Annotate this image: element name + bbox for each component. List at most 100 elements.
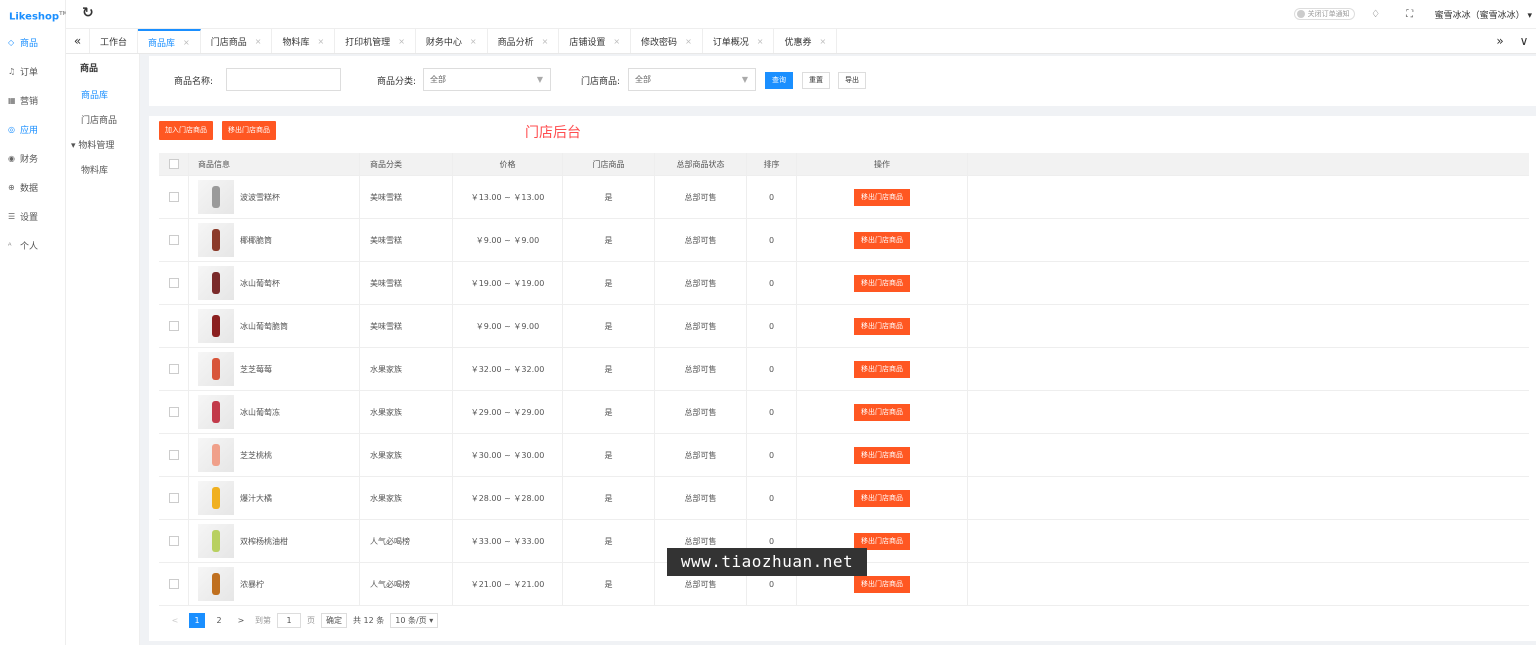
prev-page-icon[interactable]: < — [167, 613, 183, 628]
tab-8[interactable]: 订单概况 × — [703, 29, 775, 53]
close-icon[interactable]: × — [757, 37, 764, 46]
product-name: 冰山葡萄杯 — [240, 278, 280, 288]
product-image — [212, 186, 220, 208]
remove-store-product-button[interactable]: 移出门店商品 — [854, 188, 910, 206]
nav-item-2[interactable]: ▦ 营销 — [0, 86, 65, 115]
reset-button[interactable]: 重置 — [802, 72, 830, 89]
table-row: 冰山葡萄脆筒 美味雪糕 ￥9.00 ~ ￥9.00 是总部可售 0 移出门店商品 — [159, 305, 1529, 348]
nav-item-5[interactable]: ⊕ 数据 — [0, 173, 65, 202]
subnav-item-store-products[interactable]: 门店商品 — [66, 109, 139, 134]
product-image — [212, 315, 220, 337]
product-name: 爆汁大橘 — [240, 493, 272, 503]
nav-item-0[interactable]: ◇ 商品 — [0, 28, 65, 57]
query-button[interactable]: 查询 — [765, 72, 793, 89]
remove-store-product-button[interactable]: 移出门店商品 — [854, 446, 910, 464]
row-checkbox[interactable] — [168, 579, 179, 589]
tab-4[interactable]: 财务中心 × — [416, 29, 488, 53]
page-1[interactable]: 1 — [189, 613, 205, 628]
row-checkbox[interactable] — [168, 192, 179, 202]
close-icon[interactable]: × — [255, 37, 262, 46]
export-button[interactable]: 导出 — [838, 72, 866, 89]
close-icon[interactable]: × — [470, 37, 477, 46]
fullscreen-icon[interactable]: ⛶ — [1397, 9, 1423, 20]
bell-icon[interactable]: ♢ — [1363, 9, 1389, 20]
remove-store-product-button[interactable]: 移出门店商品 — [222, 121, 276, 140]
row-checkbox[interactable] — [168, 407, 179, 417]
hq-status-cell: 总部可售 — [655, 434, 747, 476]
actions-cell: 移出门店商品 — [797, 391, 968, 433]
store-backend-label: 门店后台 — [525, 125, 581, 141]
store-select[interactable]: 全部 ▼ — [628, 68, 756, 91]
remove-store-product-button[interactable]: 移出门店商品 — [854, 403, 910, 421]
remove-store-product-button[interactable]: 移出门店商品 — [854, 489, 910, 507]
refresh-icon[interactable]: ↻ — [82, 5, 94, 21]
remove-store-product-button[interactable]: 移出门店商品 — [854, 274, 910, 292]
tab-1[interactable]: 门店商品 × — [201, 29, 273, 53]
tabs-more-icon[interactable]: ∨ — [1514, 34, 1534, 48]
tab-2[interactable]: 物料库 × — [272, 29, 336, 53]
hq-status-cell: 总部可售 — [655, 305, 747, 347]
close-icon[interactable]: × — [317, 37, 324, 46]
close-icon[interactable]: × — [685, 37, 692, 46]
tab-3[interactable]: 打印机管理 × — [335, 29, 416, 53]
subnav-group-materials[interactable]: ▾ 物料管理 — [66, 134, 139, 159]
tab-5[interactable]: 商品分析 × — [488, 29, 560, 53]
tab-6[interactable]: 店铺设置 × — [559, 29, 632, 53]
close-icon[interactable]: × — [542, 37, 549, 46]
subnav-item-material-library[interactable]: 物料库 — [66, 159, 139, 184]
tab-9[interactable]: 优惠券 × — [774, 29, 838, 53]
category-select[interactable]: 全部 ▼ — [423, 68, 551, 91]
header-store-product: 门店商品 — [563, 153, 655, 175]
nav-item-6[interactable]: ☰ 设置 — [0, 202, 65, 231]
tab-home[interactable]: 工作台 — [90, 29, 139, 53]
sort-cell: 0 — [747, 176, 797, 218]
page-size-select[interactable]: 10 条/页 ▾ — [390, 613, 439, 628]
product-image — [212, 573, 220, 595]
product-thumbnail — [198, 309, 234, 343]
remove-store-product-button[interactable]: 移出门店商品 — [854, 317, 910, 335]
actions-cell: 移出门店商品 — [797, 477, 968, 519]
actions-cell: 移出门店商品 — [797, 262, 968, 304]
toggle-knob — [1296, 10, 1305, 18]
close-icon[interactable]: × — [613, 37, 620, 46]
row-checkbox[interactable] — [168, 536, 179, 546]
name-input[interactable] — [226, 68, 341, 91]
row-checkbox[interactable] — [168, 235, 179, 245]
row-checkbox[interactable] — [168, 364, 179, 374]
goto-page-input[interactable]: 1 — [277, 613, 301, 628]
nav-item-4[interactable]: ◉ 财务 — [0, 144, 65, 173]
tab-0[interactable]: 商品库 × — [138, 29, 201, 53]
remove-store-product-button[interactable]: 移出门店商品 — [854, 575, 910, 593]
page-2[interactable]: 2 — [211, 613, 227, 628]
category-cell: 美味雪糕 — [360, 262, 453, 304]
row-checkbox[interactable] — [168, 450, 179, 460]
user-menu[interactable]: 蜜雪冰冰（蜜雪冰冰） ▾ — [1431, 8, 1532, 21]
filler-cell — [968, 176, 1529, 218]
remove-store-product-button[interactable]: 移出门店商品 — [854, 532, 910, 550]
next-page-icon[interactable]: > — [233, 613, 249, 628]
row-checkbox[interactable] — [168, 278, 179, 288]
nav-item-1[interactable]: ♫ 订单 — [0, 57, 65, 86]
close-icon[interactable]: × — [820, 37, 827, 46]
add-store-product-button[interactable]: 加入门店商品 — [159, 121, 213, 140]
checkbox-cell — [159, 391, 189, 433]
close-icon[interactable]: × — [398, 37, 405, 46]
tabs-scroll-left-icon[interactable]: « — [66, 29, 90, 53]
tabs-scroll-right-icon[interactable]: » — [1490, 34, 1510, 48]
tab-7[interactable]: 修改密码 × — [631, 29, 703, 53]
row-checkbox[interactable] — [168, 321, 179, 331]
close-icon[interactable]: × — [183, 38, 190, 47]
price-cell: ￥28.00 ~ ￥28.00 — [453, 477, 563, 519]
select-all-checkbox[interactable] — [168, 159, 179, 169]
nav-item-3[interactable]: ◎ 应用 — [0, 115, 65, 144]
order-notify-toggle[interactable]: 关闭订单通知 — [1293, 8, 1355, 20]
remove-store-product-button[interactable]: 移出门店商品 — [854, 360, 910, 378]
row-checkbox[interactable] — [168, 493, 179, 503]
product-info-cell: 芝芝桃桃 — [189, 434, 360, 476]
subnav-item-product-library[interactable]: 商品库 — [66, 84, 139, 109]
app-logo[interactable]: LikeshopTM — [0, 0, 67, 28]
product-name: 冰山葡萄冻 — [240, 407, 280, 417]
nav-item-7[interactable]: ᴬ 个人 — [0, 231, 65, 260]
goto-confirm-button[interactable]: 确定 — [321, 613, 347, 628]
remove-store-product-button[interactable]: 移出门店商品 — [854, 231, 910, 249]
